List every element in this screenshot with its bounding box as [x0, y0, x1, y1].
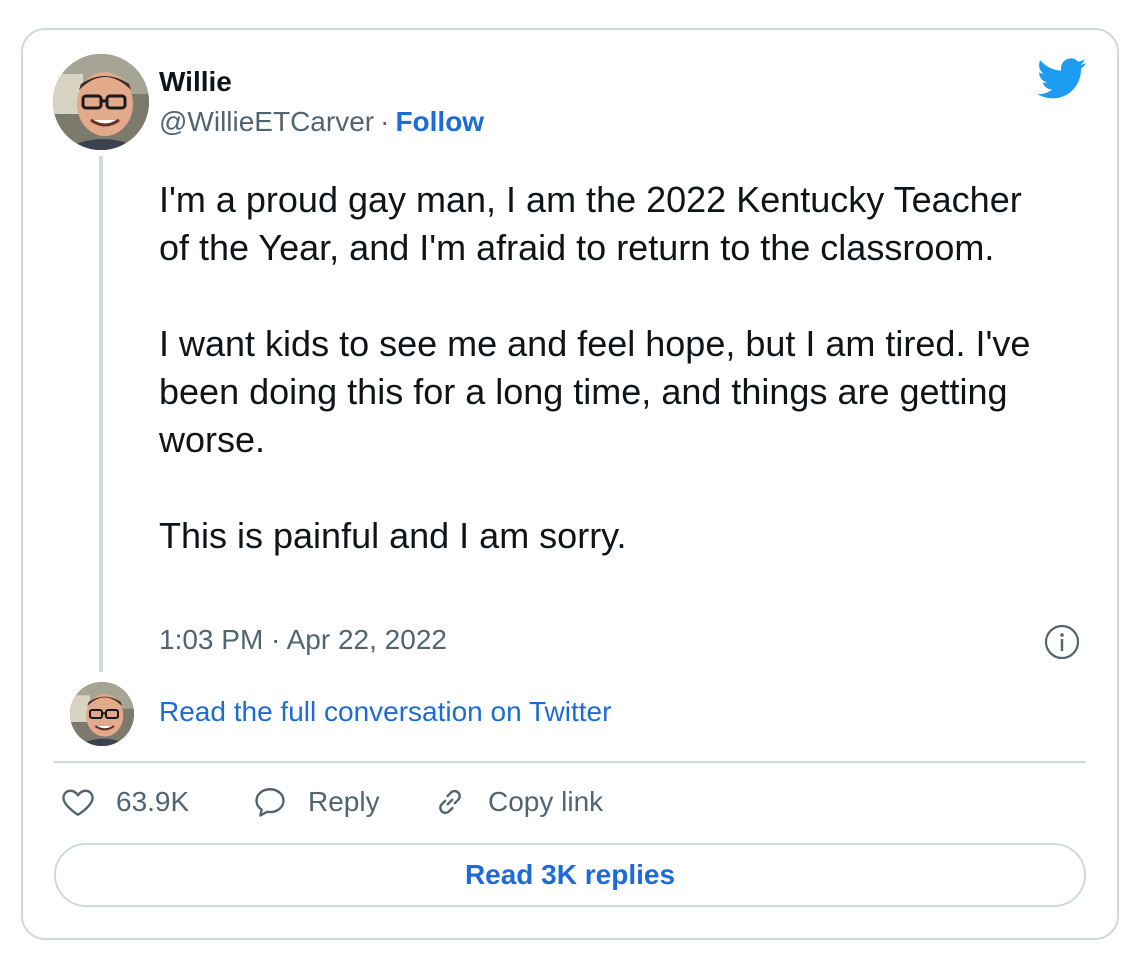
- author-photo: [53, 54, 149, 150]
- heart-icon: [62, 789, 94, 816]
- like-count: 63.9K: [116, 786, 190, 817]
- twitter-bird-icon[interactable]: [1037, 58, 1087, 100]
- like-button[interactable]: 63.9K: [60, 784, 189, 820]
- follow-link[interactable]: Follow: [395, 106, 484, 137]
- copy-link-button[interactable]: Copy link: [432, 784, 603, 820]
- tweet-text: I'm a proud gay man, I am the 2022 Kentu…: [159, 176, 1049, 560]
- tweet-paragraph-1: I'm a proud gay man, I am the 2022 Kentu…: [159, 179, 1022, 268]
- tweet-paragraph-2: I want kids to see me and feel hope, but…: [159, 323, 1031, 460]
- author-name[interactable]: Willie: [159, 66, 232, 98]
- tweet-timestamp[interactable]: 1:03 PM · Apr 22, 2022: [159, 624, 447, 656]
- speech-bubble-icon: [255, 788, 285, 817]
- read-full-conversation-link[interactable]: Read the full conversation on Twitter: [159, 696, 611, 728]
- read-replies-button[interactable]: Read 3K replies: [54, 843, 1086, 907]
- author-avatar[interactable]: [53, 54, 149, 150]
- separator-dot: ·: [380, 106, 390, 137]
- read-replies-label: Read 3K replies: [464, 859, 676, 890]
- divider: [54, 761, 1086, 763]
- author-handle-row: @WillieETCarver · Follow: [159, 106, 484, 138]
- author-photo-small: [70, 682, 134, 746]
- reply-button[interactable]: Reply: [252, 784, 380, 820]
- reply-label: Reply: [308, 786, 380, 817]
- link-icon: [439, 789, 461, 815]
- author-handle[interactable]: @WillieETCarver: [159, 106, 374, 137]
- info-icon[interactable]: [1044, 624, 1080, 660]
- copy-link-label: Copy link: [488, 786, 604, 817]
- thread-connector-line: [99, 156, 103, 672]
- tweet-paragraph-3: This is painful and I am sorry.: [159, 515, 627, 556]
- reply-avatar[interactable]: [70, 682, 134, 746]
